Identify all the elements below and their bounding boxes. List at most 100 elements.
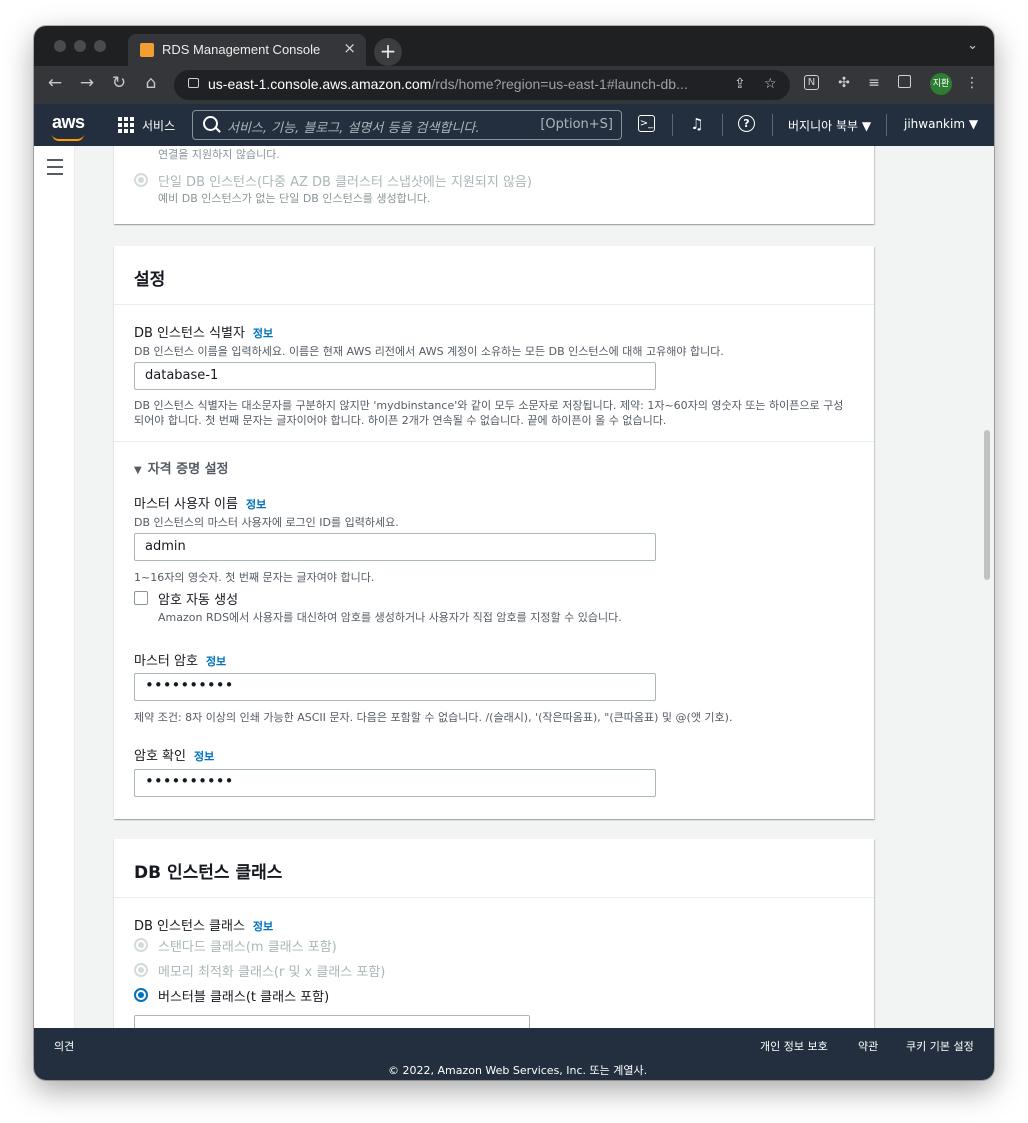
- forward-arrow-icon[interactable]: →: [76, 73, 98, 93]
- master-user-desc: DB 인스턴스의 마스터 사용자에 로그인 ID를 입력하세요.: [134, 516, 399, 529]
- side-panel-icon[interactable]: [898, 75, 911, 88]
- identifier-value: database-1: [145, 368, 219, 383]
- bookmark-star-icon[interactable]: ☆: [764, 76, 777, 92]
- home-icon[interactable]: ⌂: [140, 73, 162, 93]
- terms-link[interactable]: 약관: [858, 1038, 878, 1054]
- settings-title: 설정: [134, 270, 166, 290]
- notifications-bell-icon[interactable]: ♫: [688, 115, 706, 133]
- header-divider: [672, 114, 673, 136]
- credentials-toggle[interactable]: ▼ 자격 증명 설정: [134, 458, 229, 477]
- memory-optimized-radio[interactable]: [134, 963, 148, 977]
- instance-class-panel: DB 인스턴스 클래스 DB 인스턴스 클래스 정보 스탠다드 클래스(m 클래스…: [114, 839, 874, 1028]
- browser-window: RDS Management Console × + ⌄ ← → ↻ ⌂ us-…: [34, 26, 994, 1080]
- search-shortcut-hint: [Option+S]: [540, 117, 613, 132]
- zoom-window-button[interactable]: [94, 40, 106, 52]
- main-content: 연결을 지원하지 않습니다. 단일 DB 인스턴스(다중 AZ DB 클러스터 …: [34, 146, 994, 1028]
- console-search-input[interactable]: 서비스, 기능, 블로그, 설명서 등을 검색합니다. [Option+S]: [192, 110, 622, 140]
- privacy-link[interactable]: 개인 정보 보호: [760, 1038, 828, 1054]
- address-bar[interactable]: us-east-1.console.aws.amazon.com/rds/hom…: [174, 70, 790, 100]
- master-password-input[interactable]: ••••••••••: [134, 673, 656, 701]
- identifier-info-link[interactable]: 정보: [253, 327, 273, 340]
- new-tab-button[interactable]: +: [374, 38, 402, 66]
- standard-class-radio[interactable]: [134, 938, 148, 952]
- services-menu-label[interactable]: 서비스: [142, 117, 175, 134]
- side-navigation: [34, 146, 75, 1028]
- tab-search-chevron-icon[interactable]: ⌄: [967, 38, 978, 53]
- aws-console-header: aws 서비스 서비스, 기능, 블로그, 설명서 등을 검색합니다. [Opt…: [34, 104, 994, 146]
- cloudshell-icon[interactable]: >_: [638, 115, 655, 132]
- rds-favicon-icon: [140, 43, 154, 57]
- tab-rds-console[interactable]: RDS Management Console ×: [128, 34, 366, 66]
- feedback-link[interactable]: 의견: [54, 1038, 74, 1054]
- reading-list-icon[interactable]: ≡: [866, 75, 882, 91]
- aws-logo-smile: [52, 134, 84, 141]
- caret-down-icon: ▼: [134, 465, 142, 476]
- url-text: us-east-1.console.aws.amazon.com/rds/hom…: [208, 76, 688, 92]
- memory-optimized-label[interactable]: 메모리 최적화 클래스(r 및 x 클래스 포함): [158, 961, 385, 980]
- region-selector[interactable]: 버지니아 북부 ▼: [788, 117, 871, 134]
- password-constraint: 제약 조건: 8자 이상의 인쇄 가능한 ASCII 문자. 다음은 포함할 수…: [134, 711, 733, 724]
- url-path: /rds/home?region=us-east-1#launch-db...: [431, 76, 688, 92]
- master-password-info-link[interactable]: 정보: [206, 655, 226, 668]
- master-user-value: admin: [145, 539, 186, 554]
- availability-panel: 연결을 지원하지 않습니다. 단일 DB 인스턴스(다중 AZ DB 클러스터 …: [114, 146, 874, 224]
- burstable-class-label[interactable]: 버스터블 클래스(t 클래스 포함): [158, 986, 329, 1005]
- master-user-info-link[interactable]: 정보: [246, 498, 266, 511]
- master-user-label: 마스터 사용자 이름 정보: [134, 497, 267, 512]
- identifier-label: DB 인스턴스 식별자 정보: [134, 326, 274, 341]
- settings-panel: 설정 DB 인스턴스 식별자 정보 DB 인스턴스 이름을 입력하세요. 이름은 …: [114, 246, 874, 819]
- instance-class-header: DB 인스턴스 클래스: [114, 839, 874, 898]
- extensions-puzzle-icon[interactable]: ✣: [836, 75, 852, 91]
- single-instance-desc: 예비 DB 인스턴스가 없는 단일 DB 인스턴스를 생성합니다.: [158, 192, 431, 205]
- hamburger-menu-icon[interactable]: [47, 159, 63, 175]
- header-divider: [886, 114, 887, 136]
- instance-class-title: DB 인스턴스 클래스: [134, 863, 283, 883]
- auto-password-checkbox[interactable]: [134, 591, 148, 605]
- option-desc-cut: 연결을 지원하지 않습니다.: [158, 148, 280, 161]
- confirm-password-input[interactable]: ••••••••••: [134, 769, 656, 797]
- identifier-input[interactable]: database-1: [134, 362, 656, 390]
- lock-icon: [188, 78, 199, 88]
- minimize-window-button[interactable]: [74, 40, 86, 52]
- close-window-button[interactable]: [54, 40, 66, 52]
- confirm-password-label: 암호 확인 정보: [134, 749, 215, 764]
- confirm-password-info-link[interactable]: 정보: [194, 750, 214, 763]
- reload-icon[interactable]: ↻: [108, 73, 130, 93]
- back-arrow-icon[interactable]: ←: [44, 73, 66, 93]
- profile-avatar[interactable]: 지환: [930, 73, 952, 95]
- identifier-constraint-2: 되어야 합니다. 첫 번째 문자는 글자이어야 합니다. 하이픈 2개가 연속될…: [134, 414, 667, 427]
- burstable-class-radio[interactable]: [134, 988, 148, 1002]
- master-user-input[interactable]: admin: [134, 533, 656, 561]
- standard-class-label[interactable]: 스탠다드 클래스(m 클래스 포함): [158, 936, 337, 955]
- identifier-constraint-1: DB 인스턴스 식별자는 대소문자를 구분하지 않지만 'mydbinstanc…: [134, 399, 844, 412]
- tab-title: RDS Management Console: [162, 42, 321, 57]
- single-instance-radio[interactable]: [134, 173, 148, 187]
- tab-strip: RDS Management Console × + ⌄: [34, 26, 994, 66]
- header-divider: [722, 114, 723, 136]
- copyright-text: © 2022, Amazon Web Services, Inc. 또는 계열사…: [388, 1064, 648, 1077]
- instance-type-select[interactable]: [134, 1015, 530, 1028]
- notion-extension-icon[interactable]: N: [804, 75, 819, 90]
- services-grid-icon[interactable]: [118, 117, 134, 133]
- help-icon[interactable]: ?: [738, 115, 755, 132]
- master-user-constraint: 1~16자의 영숫자. 첫 번째 문자는 글자여야 합니다.: [134, 571, 375, 584]
- master-password-value: ••••••••••: [145, 676, 234, 694]
- search-icon: [203, 116, 218, 131]
- account-menu[interactable]: jihwankim ▼: [904, 117, 978, 131]
- browser-menu-icon[interactable]: ⋮: [964, 75, 980, 91]
- header-divider: [772, 114, 773, 136]
- master-password-label: 마스터 암호 정보: [134, 654, 227, 669]
- instance-class-info-link[interactable]: 정보: [253, 920, 273, 933]
- close-tab-icon[interactable]: ×: [343, 39, 356, 57]
- share-icon[interactable]: ⇪: [734, 76, 746, 92]
- settings-header: 설정: [114, 246, 874, 305]
- page-scrollbar[interactable]: [984, 430, 990, 580]
- console-footer: 의견 개인 정보 보호 약관 쿠키 기본 설정 © 2022, Amazon W…: [34, 1028, 994, 1080]
- confirm-password-value: ••••••••••: [145, 772, 234, 790]
- aws-logo[interactable]: aws: [52, 112, 85, 133]
- instance-class-label: DB 인스턴스 클래스 정보: [134, 919, 274, 934]
- auto-password-label[interactable]: 암호 자동 생성: [158, 589, 238, 608]
- cookie-preferences-link[interactable]: 쿠키 기본 설정: [906, 1038, 974, 1054]
- url-host: us-east-1.console.aws.amazon.com: [208, 76, 432, 92]
- single-instance-label[interactable]: 단일 DB 인스턴스(다중 AZ DB 클러스터 스냅샷에는 지원되지 않음): [158, 171, 532, 190]
